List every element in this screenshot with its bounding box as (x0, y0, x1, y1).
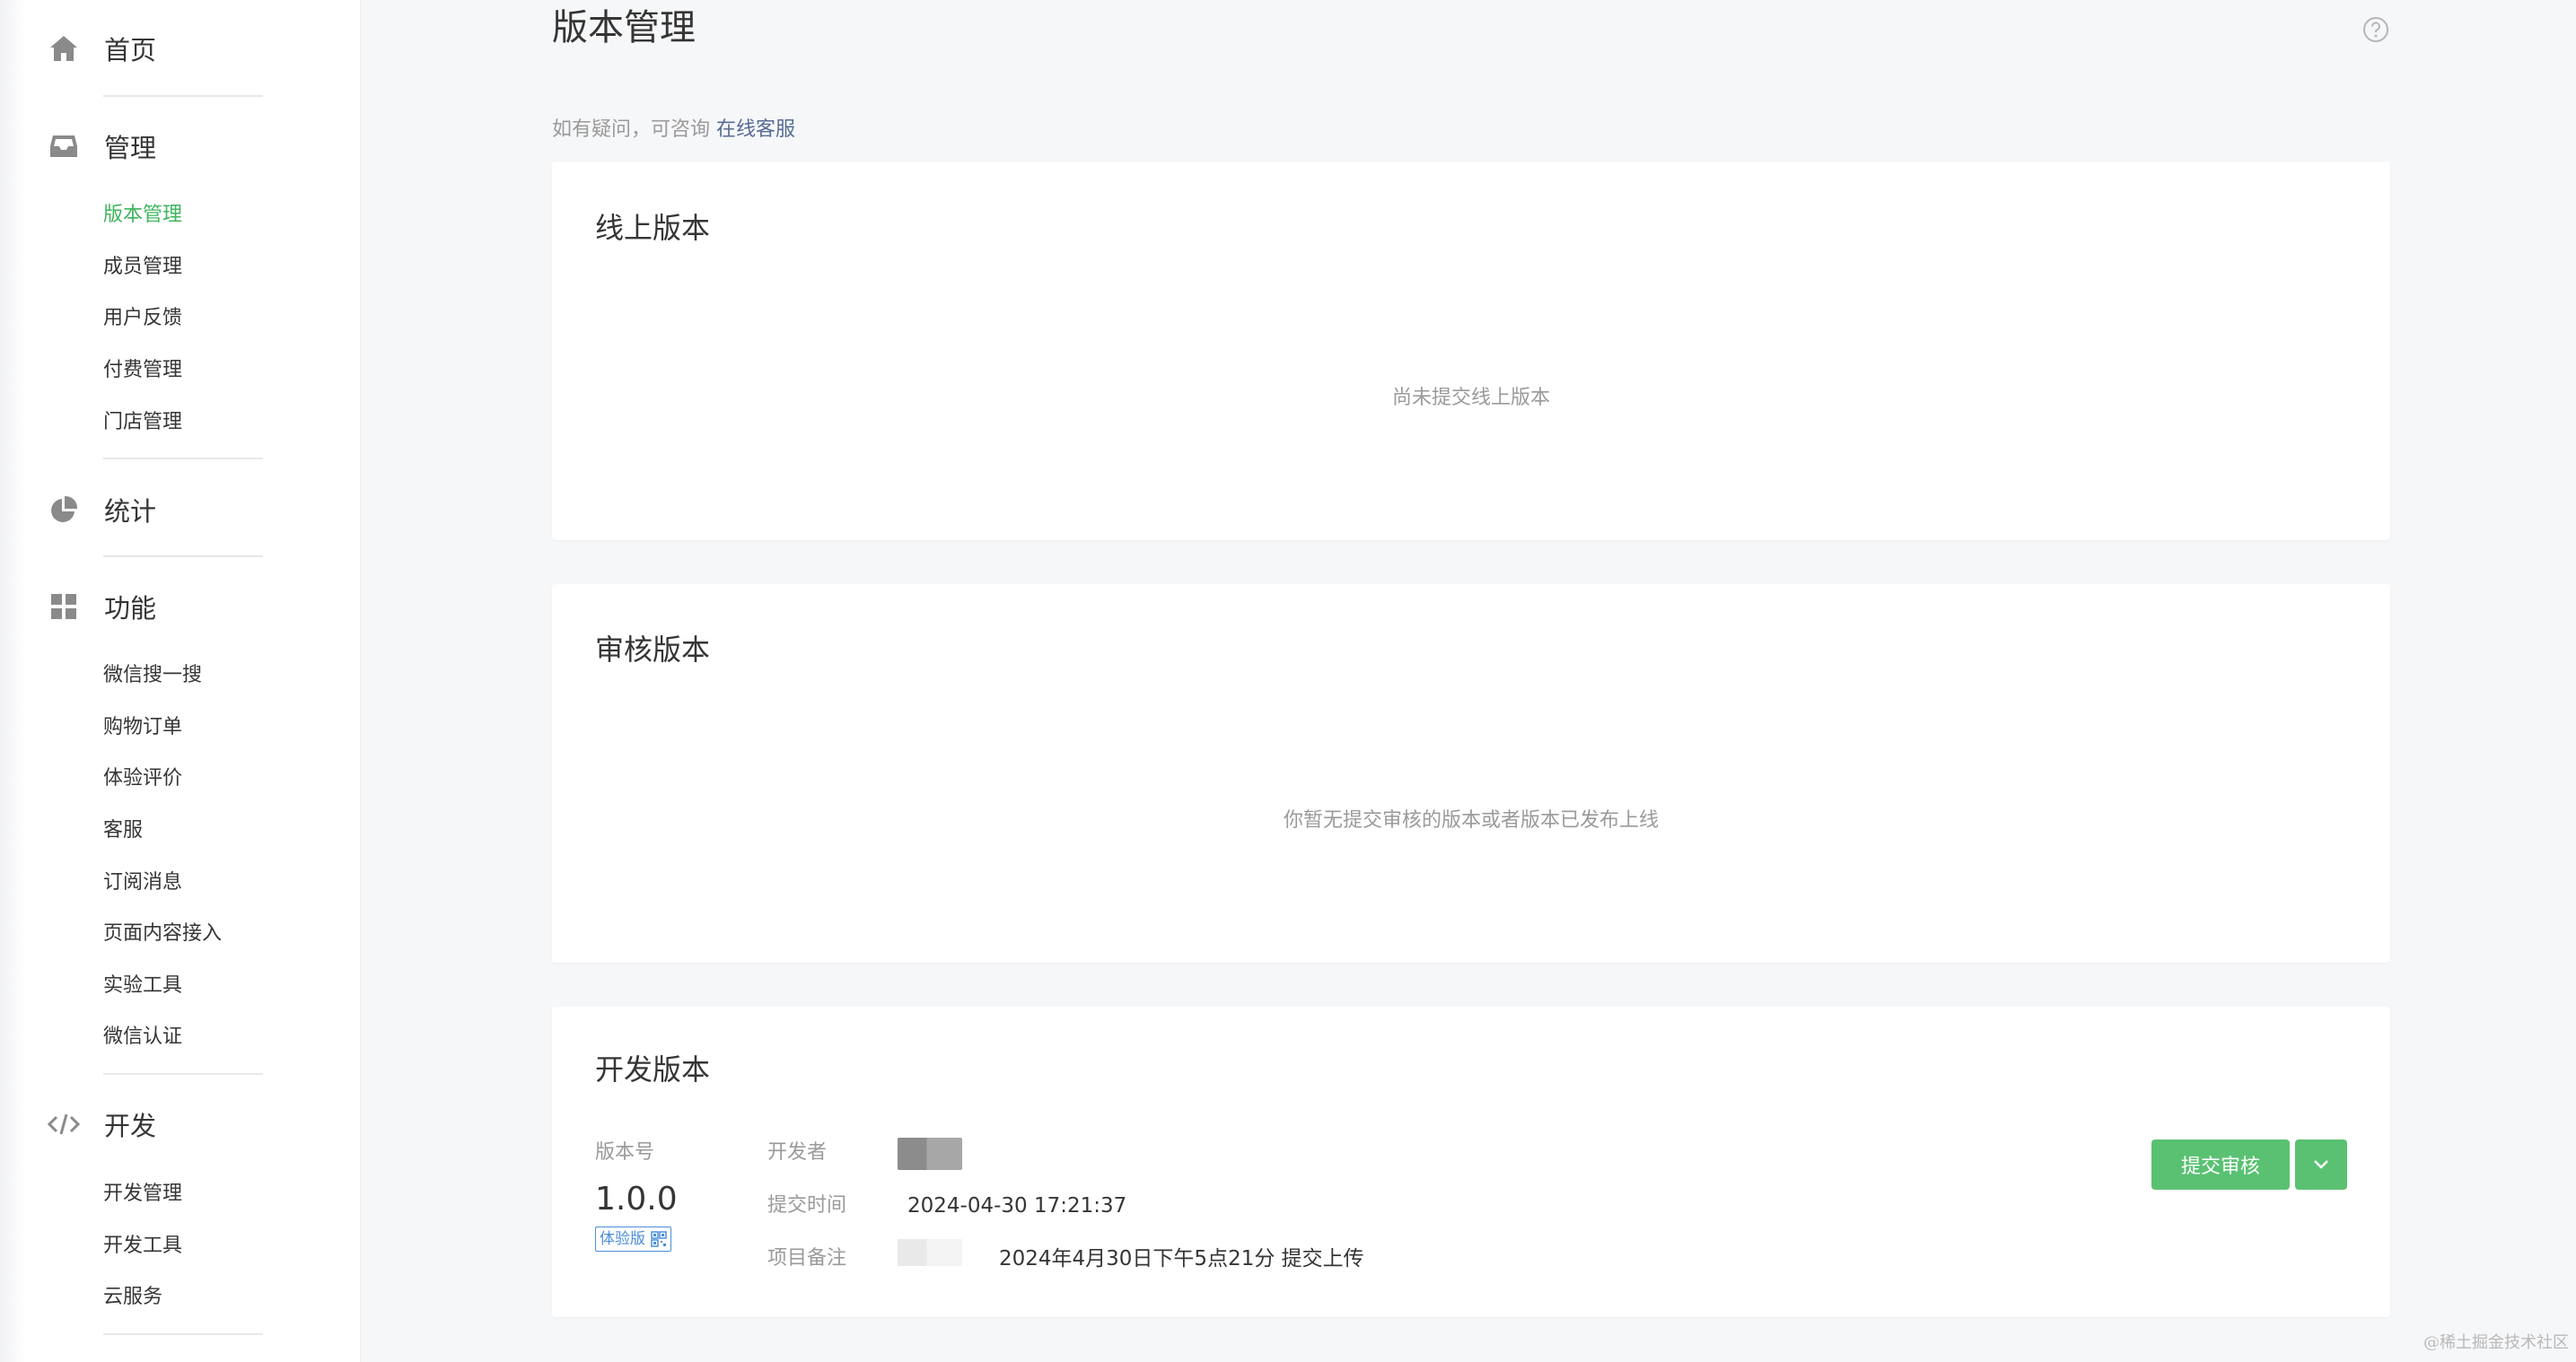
sidebar-item-cloud-service[interactable]: 云服务 (103, 1284, 162, 1311)
sidebar-item-wechat-verification[interactable]: 微信认证 (103, 1024, 182, 1051)
sidebar-item-wechat-search[interactable]: 微信搜一搜 (103, 662, 202, 689)
sidebar-item-user-feedback[interactable]: 用户反馈 (103, 305, 182, 332)
grid-icon (47, 589, 81, 624)
developer-label: 开发者 (767, 1141, 828, 1164)
online-version-card: 线上版本 尚未提交线上版本 (552, 162, 2390, 540)
sidebar-group-develop[interactable]: 开发 (47, 1104, 156, 1144)
card-title: 审核版本 (595, 633, 711, 667)
home-icon (47, 31, 81, 65)
sidebar-item-experiment-tools[interactable]: 实验工具 (103, 973, 182, 1000)
card-title: 开发版本 (595, 1052, 711, 1087)
sidebar-item-experience-rating[interactable]: 体验评价 (103, 765, 182, 792)
sidebar: 首页 管理 版本管理 成员管理 用户反馈 付费管理 门店管理 统计 功能 微信搜… (0, 0, 361, 1362)
tag-label: 体验版 (600, 1230, 645, 1248)
sidebar-item-dev-management[interactable]: 开发管理 (103, 1181, 182, 1208)
divider (103, 1073, 263, 1075)
help-icon[interactable] (2362, 16, 2389, 43)
more-actions-button[interactable] (2295, 1139, 2347, 1190)
sidebar-item-home[interactable]: 首页 (47, 29, 156, 68)
notice-text: 如有疑问，可咨询 (552, 118, 711, 141)
sidebar-item-shopping-orders[interactable]: 购物订单 (103, 714, 182, 741)
sidebar-item-customer-service[interactable]: 客服 (103, 817, 143, 844)
submit-time-value: 2024-04-30 17:21:37 (907, 1194, 1127, 1218)
note-value: 2024年4月30日下午5点21分 提交上传 (999, 1247, 1364, 1270)
code-icon (47, 1107, 81, 1141)
empty-state-text: 你暂无提交审核的版本或者版本已发布上线 (1283, 809, 1659, 832)
sidebar-item-page-content-access[interactable]: 页面内容接入 (103, 921, 222, 947)
qrcode-icon (651, 1231, 667, 1247)
pie-chart-icon (47, 493, 81, 527)
empty-state-text: 尚未提交线上版本 (1391, 387, 1550, 409)
sidebar-item-dev-tools[interactable]: 开发工具 (103, 1233, 182, 1260)
help-notice: 如有疑问，可咨询 在线客服 (552, 117, 795, 144)
version-number: 1.0.0 (595, 1181, 678, 1218)
sidebar-item-label: 统计 (104, 496, 157, 527)
sidebar-item-subscription-messages[interactable]: 订阅消息 (103, 869, 182, 896)
submit-time-label: 提交时间 (767, 1194, 847, 1217)
developer-avatar (898, 1138, 962, 1170)
note-label: 项目备注 (767, 1247, 847, 1270)
page-title: 版本管理 (552, 7, 696, 48)
sidebar-group-features[interactable]: 功能 (47, 587, 156, 626)
review-version-card: 审核版本 你暂无提交审核的版本或者版本已发布上线 (552, 584, 2390, 963)
inbox-icon (47, 129, 81, 163)
sidebar-group-label: 开发 (104, 1111, 157, 1141)
trial-version-tag[interactable]: 体验版 (595, 1227, 671, 1252)
sidebar-group-label: 管理 (104, 133, 157, 163)
card-title: 线上版本 (595, 211, 711, 245)
divider (103, 95, 263, 97)
sidebar-item-member-management[interactable]: 成员管理 (103, 254, 182, 281)
divider (103, 555, 263, 557)
submit-review-button[interactable]: 提交审核 (2151, 1139, 2290, 1190)
online-support-link[interactable]: 在线客服 (716, 118, 795, 141)
sidebar-group-label: 功能 (104, 593, 157, 624)
divider (103, 458, 263, 459)
sidebar-group-manage[interactable]: 管理 (47, 127, 156, 166)
version-label: 版本号 (595, 1141, 655, 1164)
watermark: @稀土掘金技术社区 (2423, 1333, 2569, 1352)
sidebar-item-version-management[interactable]: 版本管理 (103, 202, 182, 229)
sidebar-item-payment-management[interactable]: 付费管理 (103, 357, 182, 384)
chevron-down-icon (2312, 1159, 2330, 1170)
dev-version-card: 开发版本 版本号 1.0.0 体验版 开发者 提交时间 2024-04-30 1… (552, 1007, 2390, 1317)
sidebar-item-stats[interactable]: 统计 (47, 490, 156, 529)
sidebar-item-label: 首页 (104, 35, 157, 65)
sidebar-item-store-management[interactable]: 门店管理 (103, 409, 182, 436)
note-blurred-area (898, 1239, 962, 1266)
divider (103, 1333, 263, 1335)
